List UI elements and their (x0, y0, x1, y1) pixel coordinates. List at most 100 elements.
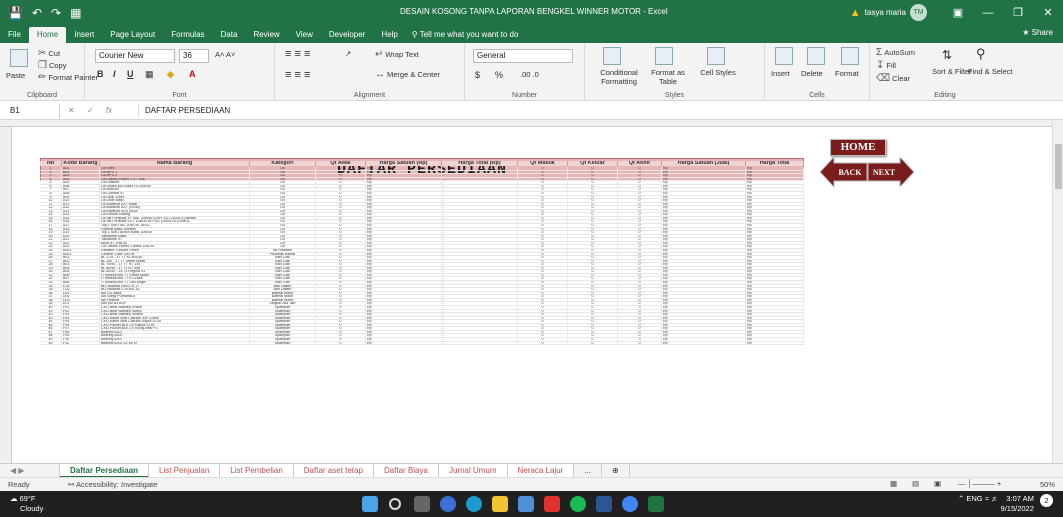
number-format-select[interactable]: General (473, 49, 573, 63)
table-cell[interactable]: 0 (568, 320, 618, 323)
table-cell[interactable]: F07 (62, 327, 100, 330)
table-cell[interactable]: 0 (316, 338, 366, 341)
table-cell[interactable]: Rp (662, 195, 746, 199)
table-cell[interactable]: 0 (518, 309, 568, 313)
table-cell[interactable]: Rp (366, 213, 442, 216)
avatar[interactable]: TM (910, 4, 927, 21)
function-icon[interactable]: fx (106, 106, 112, 115)
table-cell[interactable]: Rp (662, 320, 746, 323)
table-cell[interactable]: CKD-Kaset Seal Cakram Supra-X125 (100, 320, 250, 323)
table-cell[interactable]: Rp (662, 298, 746, 302)
table-cell[interactable]: Rp (366, 188, 442, 191)
spotify-icon[interactable] (570, 496, 586, 512)
table-cell[interactable]: 0 (568, 209, 618, 213)
table-cell[interactable]: 0 (518, 224, 568, 227)
table-cell[interactable]: Oli (250, 170, 316, 174)
table-cell[interactable]: 0 (618, 248, 662, 252)
table-cell[interactable]: Rp (662, 288, 746, 291)
table-cell[interactable]: 0 (518, 209, 568, 213)
table-cell[interactable]: 0 (316, 227, 366, 231)
table-cell[interactable]: - (442, 220, 518, 223)
table-cell[interactable]: Rp (746, 195, 804, 199)
table-cell[interactable]: 11 (40, 202, 62, 206)
table-cell[interactable]: - (442, 288, 518, 291)
orientation-icon[interactable]: ↗ (345, 49, 351, 58)
table-cell[interactable]: Rp (366, 288, 442, 291)
column-header[interactable]: Qt Masuk (518, 161, 568, 166)
table-cell[interactable]: Sparepart (250, 309, 316, 313)
table-cell[interactable]: Rp (662, 323, 746, 327)
table-cell[interactable]: Rp (746, 170, 804, 174)
table-cell[interactable]: 0 (618, 224, 662, 227)
table-cell[interactable]: Sparepart (250, 313, 316, 316)
table-cell[interactable]: Rp (662, 248, 746, 252)
table-cell[interactable]: A11 (62, 202, 100, 206)
table-cell[interactable]: 0 (316, 252, 366, 256)
table-cell[interactable]: 0 (618, 188, 662, 191)
table-cell[interactable]: Rp (366, 330, 442, 334)
table-cell[interactable]: Rp (746, 284, 804, 288)
table-cell[interactable]: 0 (316, 224, 366, 227)
table-cell[interactable]: Sparepart (250, 320, 316, 323)
table-cell[interactable]: 48 (40, 334, 62, 337)
table-cell[interactable]: 0 (316, 270, 366, 273)
table-cell[interactable]: Rp (366, 227, 442, 231)
table-cell[interactable]: 0 (518, 305, 568, 309)
table-cell[interactable]: A19 (62, 231, 100, 234)
table-cell[interactable]: 0 (518, 216, 568, 220)
table-cell[interactable]: - (442, 338, 518, 341)
column-header[interactable]: No (40, 161, 62, 166)
table-cell[interactable]: A05 (62, 181, 100, 184)
table-cell[interactable]: 0 (618, 213, 662, 216)
table-cell[interactable]: A01 (62, 167, 100, 170)
table-cell[interactable]: 0 (316, 216, 366, 220)
table-cell[interactable]: 0 (518, 213, 568, 216)
table-cell[interactable]: 0 (568, 241, 618, 245)
table-cell[interactable]: 0 (568, 316, 618, 320)
table-cell[interactable]: Oli Evalube (100, 181, 250, 184)
table-cell[interactable]: 0 (316, 330, 366, 334)
table-cell[interactable]: Ban Luar (250, 256, 316, 259)
table-cell[interactable]: - (442, 227, 518, 231)
table-cell[interactable]: 0 (568, 288, 618, 291)
table-cell[interactable]: CKD-Pocket BLK LR Kiling-New P1 (100, 327, 250, 330)
table-cell[interactable]: F10 (62, 338, 100, 341)
table-cell[interactable]: 40 (40, 305, 62, 309)
table-cell[interactable]: 0 (618, 241, 662, 245)
table-cell[interactable]: Rp (366, 305, 442, 309)
table-cell[interactable]: Rp (746, 231, 804, 234)
table-cell[interactable]: Federal Matic Ultratec (100, 227, 250, 231)
table-cell[interactable]: - (442, 177, 518, 181)
table-cell[interactable]: 39 (40, 302, 62, 305)
table-cell[interactable]: Rp (366, 273, 442, 277)
table-cell[interactable]: A20 (62, 234, 100, 238)
column-header[interactable]: Kategori (250, 161, 316, 166)
table-cell[interactable]: Rp (366, 266, 442, 270)
table-cell[interactable]: Rp (746, 234, 804, 238)
table-cell[interactable]: 0 (316, 245, 366, 248)
table-cell[interactable]: Rp (366, 174, 442, 177)
table-cell[interactable]: 0 (518, 270, 568, 273)
table-cell[interactable]: Rp (746, 323, 804, 327)
table-cell[interactable]: Rp (746, 256, 804, 259)
search-taskbar-icon[interactable] (389, 498, 401, 510)
table-cell[interactable]: Oli MPX 2 (100, 174, 250, 177)
table-cell[interactable]: CKD-Pocket BLK LR Kaplor-CRN (100, 323, 250, 327)
table-cell[interactable]: Oli (250, 206, 316, 209)
table-cell[interactable]: 0 (518, 341, 568, 345)
table-cell[interactable]: Rp (662, 216, 746, 220)
table-cell[interactable]: 18 (40, 227, 62, 231)
table-cell[interactable]: 0 (568, 252, 618, 256)
table-cell[interactable]: - (442, 277, 518, 280)
table-cell[interactable]: - (442, 284, 518, 288)
table-cell[interactable]: 35 (40, 288, 62, 291)
table-cell[interactable]: 25 (40, 252, 62, 256)
table-cell[interactable]: 17 (40, 224, 62, 227)
table-cell[interactable]: - (442, 327, 518, 330)
customize-icon[interactable]: ▦ (70, 6, 81, 20)
column-header[interactable]: Kode Barang (62, 161, 100, 166)
table-cell[interactable]: 0 (568, 330, 618, 334)
table-cell[interactable]: Rp (366, 191, 442, 195)
table-cell[interactable]: 0 (568, 191, 618, 195)
table-cell[interactable]: Rp (366, 206, 442, 209)
